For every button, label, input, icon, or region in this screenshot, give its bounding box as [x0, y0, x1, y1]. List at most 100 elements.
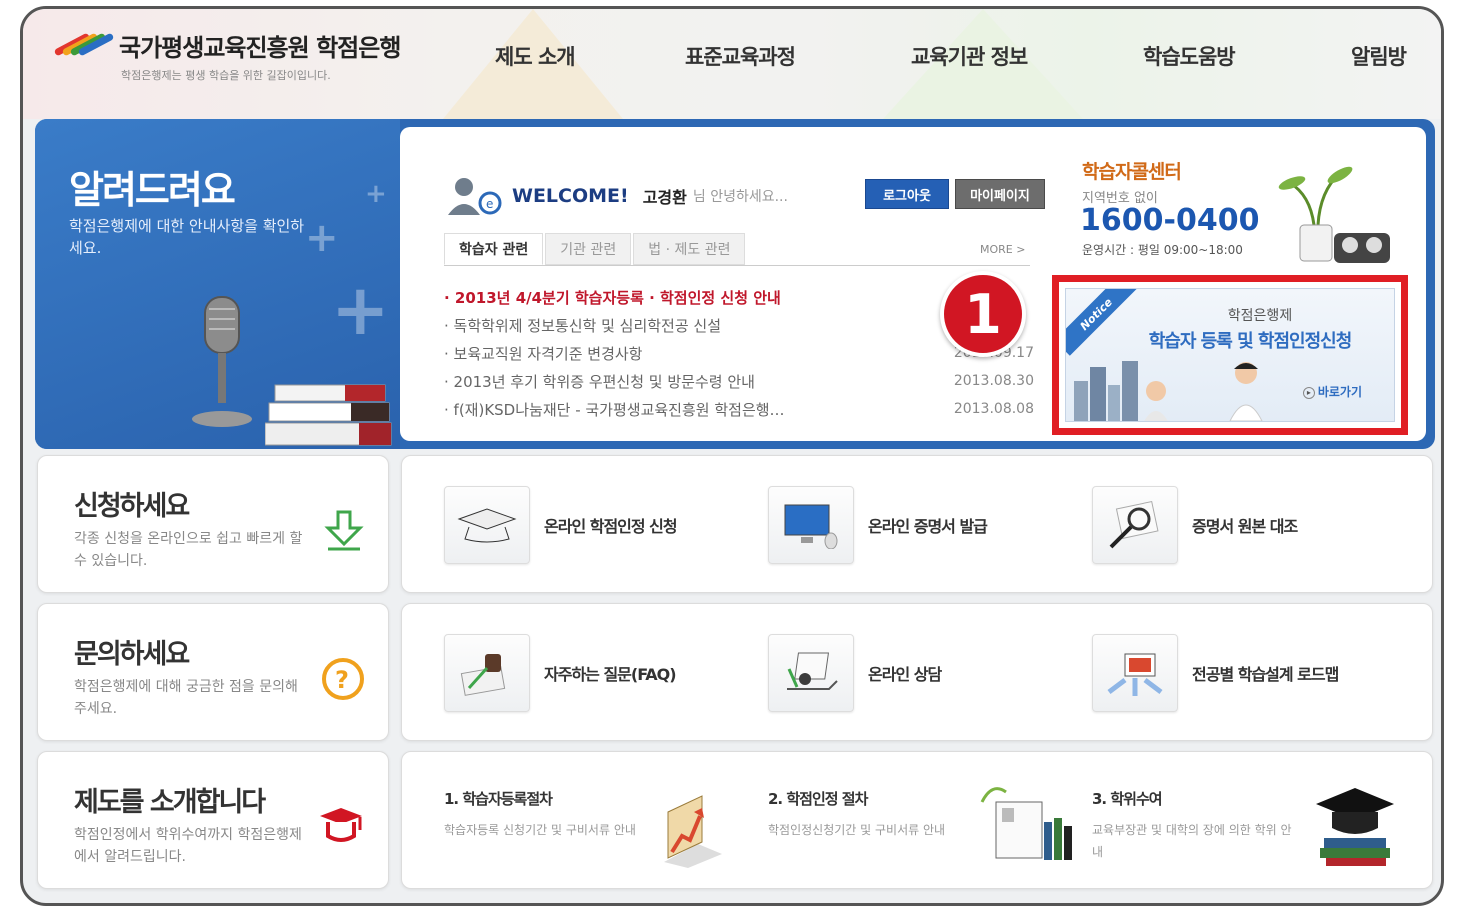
- laptop-icon: [768, 634, 854, 712]
- nav-item-institution[interactable]: 교육기관 정보: [911, 41, 1028, 71]
- section-description: 학점인정에서 학위수여까지 학점은행제에서 알려드립니다.: [74, 827, 302, 865]
- banner-title: 학습자 등록 및 학점인정신청: [1148, 331, 1353, 352]
- logo-subtitle: 학점은행제는 평생 학습을 위한 길잡이입니다.: [121, 69, 331, 82]
- plus-decoration-icon: +: [305, 215, 339, 261]
- service-certificate-check[interactable]: 증명서 원본 대조: [1092, 486, 1298, 564]
- more-link[interactable]: MORE >: [980, 243, 1025, 256]
- procedure-title: 1. 학습자등록절차: [444, 790, 553, 808]
- learner-registration-banner[interactable]: Notice 학점은행제 학습자 등록 및 학점인정신청 ▸ 바로가기: [1052, 275, 1408, 435]
- service-faq[interactable]: 자주하는 질문(FAQ): [444, 634, 677, 712]
- service-label: 전공별 학습설계 로드맵: [1192, 665, 1339, 684]
- tab-law[interactable]: 법 · 제도 관련: [633, 233, 746, 265]
- service-label: 온라인 증명서 발급: [868, 517, 988, 536]
- procedure-title: 3. 학위수여: [1092, 790, 1163, 808]
- question-bubble-icon: ?: [322, 658, 364, 700]
- news-date: 2013.08.08: [953, 401, 1034, 417]
- svg-text:e: e: [486, 197, 493, 211]
- mypage-button[interactable]: 마이페이지: [955, 179, 1045, 209]
- plus-decoration-icon: +: [331, 269, 390, 351]
- inquiry-section-card: 문의하세요 학점은행제에 대해 궁금한 점을 문의해주세요. ?: [37, 603, 389, 741]
- logout-button[interactable]: 로그아웃: [865, 179, 949, 209]
- banner-subtitle: 학점은행제: [1227, 308, 1293, 324]
- welcome-greeting: 님 안녕하세요...: [692, 189, 788, 205]
- news-title[interactable]: · 독학학위제 정보통신학 및 심리학전공 신설: [444, 315, 721, 336]
- procedure-title: 2. 학점인정 절차: [768, 790, 868, 808]
- intro-section-card: 제도를 소개합니다 학점인정에서 학위수여까지 학점은행제에서 알려드립니다.: [37, 751, 389, 889]
- news-title[interactable]: · 보육교직원 자격기준 변경사항: [444, 343, 642, 364]
- service-online-certificate[interactable]: 온라인 증명서 발급: [768, 486, 988, 564]
- procedure-registration[interactable]: 1. 학습자등록절차 학습자등록 신청기간 및 구비서류 안내: [444, 788, 654, 841]
- banner-content: Notice 학점은행제 학습자 등록 및 학점인정신청 ▸ 바로가기: [1065, 288, 1395, 422]
- plant-telephone-icon: [1278, 166, 1390, 263]
- tab-learner[interactable]: 학습자 관련: [444, 233, 544, 265]
- computer-monitor-icon: [768, 486, 854, 564]
- notice-title: 알려드려요: [69, 168, 236, 212]
- service-label: 온라인 상담: [868, 665, 942, 684]
- logo-mark-icon: [53, 27, 115, 63]
- svg-text:?: ?: [335, 666, 349, 694]
- download-arrow-icon: [324, 510, 364, 551]
- list-item[interactable]: · 2013년 후기 학위증 우편신청 및 방문수령 안내 2013.08.30: [444, 367, 1034, 395]
- logo-title: 국가평생교육진흥원 학점은행: [119, 33, 401, 62]
- roadmap-screen-icon: [1092, 634, 1178, 712]
- welcome-user-name: 고경환: [642, 188, 687, 207]
- tab-divider: [444, 265, 1030, 266]
- service-label: 자주하는 질문(FAQ): [544, 665, 677, 684]
- news-title[interactable]: · f(재)KSD나눔재단 - 국가평생교육진흥원 학점은행…: [444, 399, 785, 420]
- person-illustration-icon: [1229, 362, 1263, 421]
- callcenter-title: 학습자콜센터: [1082, 161, 1182, 183]
- nav-item-learning-help[interactable]: 학습도움방: [1143, 41, 1236, 71]
- notice-description: 학점은행제에 대한 안내사항을 확인하세요.: [69, 217, 305, 257]
- section-title: 제도를 소개합니다: [74, 787, 266, 818]
- banner-shortcut-label: 바로가기: [1317, 385, 1362, 399]
- welcome-bar: e WELCOME! 고경환 님 안녕하세요...: [444, 175, 788, 217]
- apply-services-card: 온라인 학점인정 신청 온라인 증명서 발급 증명서 원본 대조: [401, 455, 1433, 593]
- procedure-description: 교육부장관 및 대학의 장에 의한 학위 안내: [1092, 823, 1292, 859]
- banner-shortcut-link[interactable]: ▸ 바로가기: [1302, 383, 1362, 400]
- news-date: 2013.08.30: [953, 373, 1034, 389]
- nav-item-intro[interactable]: 제도 소개: [495, 41, 576, 71]
- intro-procedures-card: 1. 학습자등록절차 학습자등록 신청기간 및 구비서류 안내 2. 학점인정 …: [401, 751, 1433, 889]
- section-description: 각종 신청을 온라인으로 쉽고 빠르게 할 수 있습니다.: [74, 531, 303, 569]
- plus-decoration-icon: +: [365, 179, 387, 209]
- service-label: 온라인 학점인정 신청: [544, 517, 678, 536]
- procedure-degree[interactable]: 3. 학위수여 교육부장관 및 대학의 장에 의한 학위 안내: [1092, 788, 1302, 863]
- callcenter-phone: 1600-0400: [1080, 203, 1260, 238]
- growth-chart-book-icon: [664, 795, 722, 868]
- callcenter-hours: 운영시간 : 평일 09:00~18:00: [1082, 243, 1243, 257]
- service-roadmap[interactable]: 전공별 학습설계 로드맵: [1092, 634, 1339, 712]
- section-description: 학점은행제에 대해 궁금한 점을 문의해주세요.: [74, 679, 298, 717]
- nav-item-notice[interactable]: 알림방: [1351, 41, 1407, 71]
- books-icon: [265, 384, 392, 446]
- graduation-cap-books-icon: [1316, 788, 1394, 866]
- site-logo[interactable]: 국가평생교육진흥원 학점은행: [53, 27, 401, 63]
- document-books-icon: [980, 787, 1072, 860]
- notice-intro: 알려드려요 학점은행제에 대한 안내사항을 확인하세요. + + +: [35, 119, 400, 449]
- arrow-circle-icon: ▸: [1302, 386, 1315, 399]
- nav-item-curriculum[interactable]: 표준교육과정: [685, 41, 796, 71]
- user-icon: e: [448, 178, 502, 215]
- procedure-description: 학습자등록 신청기간 및 구비서류 안내: [444, 823, 636, 837]
- city-illustration-icon: [1074, 361, 1168, 421]
- news-title[interactable]: · 2013년 후기 학위증 우편신청 및 방문수령 안내: [444, 371, 755, 392]
- section-title: 신청하세요: [74, 491, 190, 522]
- section-title: 문의하세요: [74, 639, 190, 670]
- news-title[interactable]: · 2013년 4/4분기 학습자등록 · 학점인정 신청 안내: [444, 287, 781, 308]
- callout-number-badge: 1: [940, 271, 1026, 357]
- list-item[interactable]: · 보육교직원 자격기준 변경사항 2013.09.17: [444, 339, 1034, 367]
- apply-section-card: 신청하세요 각종 신청을 온라인으로 쉽고 빠르게 할 수 있습니다.: [37, 455, 389, 593]
- tab-institution[interactable]: 기관 관련: [545, 233, 632, 265]
- service-online-consult[interactable]: 온라인 상담: [768, 634, 942, 712]
- page-frame: 국가평생교육진흥원 학점은행 학점은행제는 평생 학습을 위한 길잡이입니다. …: [20, 6, 1444, 906]
- service-label: 증명서 원본 대조: [1192, 517, 1298, 536]
- graduation-hat-icon: [320, 808, 362, 842]
- procedure-credit[interactable]: 2. 학점인정 절차 학점인정신청기간 및 구비서류 안내: [768, 788, 978, 841]
- header: 국가평생교육진흥원 학점은행 학점은행제는 평생 학습을 위한 길잡이입니다. …: [23, 9, 1441, 119]
- microphone-icon: [192, 296, 252, 427]
- inquiry-services-card: 자주하는 질문(FAQ) 온라인 상담 전공별 학습설계 로드맵: [401, 603, 1433, 741]
- magnifier-icon: [1092, 486, 1178, 564]
- notice-content: e WELCOME! 고경환 님 안녕하세요... 로그아웃 마이페이지 학습자…: [400, 127, 1426, 441]
- list-item[interactable]: · f(재)KSD나눔재단 - 국가평생교육진흥원 학점은행… 2013.08.…: [444, 395, 1034, 423]
- notice-tabs: 학습자 관련 기관 관련 법 · 제도 관련: [444, 233, 747, 265]
- service-online-credit[interactable]: 온라인 학점인정 신청: [444, 486, 678, 564]
